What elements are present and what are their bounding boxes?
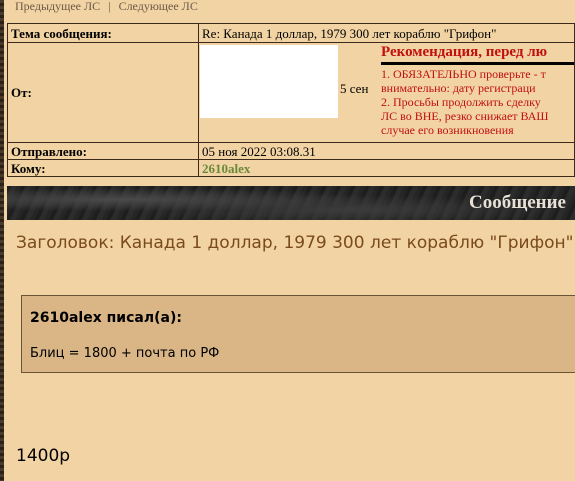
quote-author: 2610alex писал(а): [30, 310, 182, 326]
next-message-link[interactable]: Следующее ЛС [119, 0, 198, 13]
quote-text: Блиц = 1800 + почта по РФ [30, 346, 220, 361]
to-label: Кому: [7, 159, 199, 177]
message-subject-line: Заголовок: Канада 1 доллар, 1979 300 лет… [16, 233, 574, 253]
message-body-text: 1400р [16, 446, 71, 466]
message-section-title: Сообщение [468, 192, 566, 213]
recommendation-line: 2. Просьбы продолжить сделку [381, 95, 541, 109]
recommendation-line: внимательно: дату регистраци [381, 81, 536, 95]
from-cell: 5 сен Рекомендация, перед лю 1. ОБЯЗАТЕЛ… [198, 42, 575, 143]
sent-label: Отправлено: [7, 142, 199, 160]
prev-message-link[interactable]: Предыдущее ЛС [15, 0, 100, 13]
recipient-username-link[interactable]: 2610alex [198, 159, 575, 177]
message-section-banner: Сообщение [7, 186, 575, 220]
recommendation-line: 1. ОБЯЗАТЕЛЬНО проверьте - т [381, 67, 546, 81]
recommendation-line: случае его возникновения [381, 123, 514, 137]
message-header-table: Тема сообщения: Re: Канада 1 доллар, 197… [7, 23, 575, 177]
subject-value: Re: Канада 1 доллар, 1979 300 лет корабл… [198, 23, 575, 43]
recommendation-title: Рекомендация, перед лю [381, 44, 574, 65]
recommendation-notice: Рекомендация, перед лю 1. ОБЯЗАТЕЛЬНО пр… [381, 44, 574, 137]
quote-block: 2610alex писал(а): Блиц = 1800 + почта п… [21, 295, 575, 373]
subject-label: Тема сообщения: [7, 23, 199, 43]
sender-avatar-redacted [200, 45, 338, 118]
recommendation-line: ЛС во ВНЕ, резко снижает ВАШ [381, 109, 549, 123]
sent-value: 05 ноя 2022 03:08.31 [198, 142, 575, 160]
message-navigation: Предыдущее ЛС | Следующее ЛС [15, 0, 198, 14]
sender-join-date: 5 сен [340, 81, 369, 96]
nav-separator: | [108, 0, 111, 13]
left-frame-border [0, 0, 4, 481]
from-label: От: [7, 42, 199, 143]
